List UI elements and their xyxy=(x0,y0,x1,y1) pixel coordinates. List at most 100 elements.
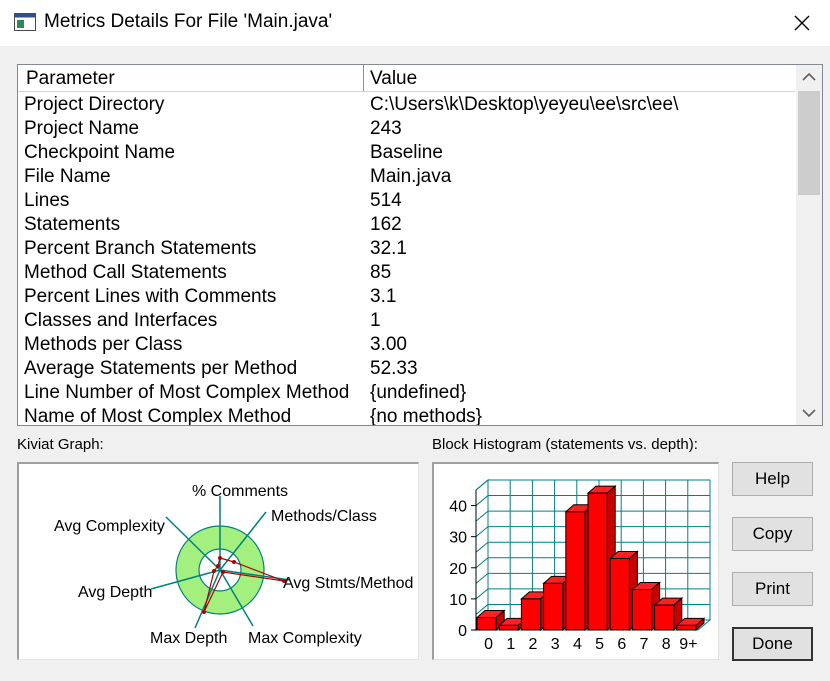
label-methods-class: Methods/Class xyxy=(271,508,377,525)
row-value: 514 xyxy=(370,190,402,211)
y-tick-label: 40 xyxy=(449,499,467,516)
scroll-up-button[interactable] xyxy=(796,65,822,89)
row-parameter: Percent Branch Statements xyxy=(24,238,257,259)
row-parameter: Classes and Interfaces xyxy=(24,310,218,331)
kiviat-label: Kiviat Graph: xyxy=(17,436,104,453)
row-value: 3.00 xyxy=(370,334,407,355)
help-button[interactable]: Help xyxy=(732,462,813,496)
row-parameter: Project Directory xyxy=(24,94,165,115)
x-tick-label: 5 xyxy=(595,636,604,653)
vertical-scrollbar[interactable] xyxy=(796,65,822,425)
close-icon xyxy=(794,15,810,31)
row-value: 162 xyxy=(370,214,402,235)
column-header-parameter[interactable]: Parameter xyxy=(18,65,364,91)
histogram-side-wall xyxy=(475,478,489,632)
scroll-down-button[interactable] xyxy=(796,401,822,425)
row-parameter: Lines xyxy=(24,190,70,211)
histogram-bar xyxy=(476,617,497,631)
row-parameter: File Name xyxy=(24,166,111,187)
table-row[interactable]: Statements 162 xyxy=(18,213,795,237)
histogram-panel: 0 10 20 30 40 0 1 2 3 4 5 6 7 8 9+ xyxy=(432,462,719,660)
y-tick-label: 20 xyxy=(449,561,467,578)
x-tick-label: 7 xyxy=(640,636,649,653)
kiviat-panel: % Comments Methods/Class Avg Stmts/Metho… xyxy=(17,462,419,660)
column-header-value[interactable]: Value xyxy=(364,65,795,91)
y-tick-label: 10 xyxy=(449,592,467,609)
kiviat-graph: % Comments Methods/Class Avg Stmts/Metho… xyxy=(54,483,413,647)
row-parameter: Name of Most Complex Method xyxy=(24,406,292,426)
x-tick-label: 9+ xyxy=(679,636,697,653)
row-parameter: Line Number of Most Complex Method xyxy=(24,382,350,403)
histogram-bar xyxy=(676,624,697,631)
row-value: C:\Users\k\Desktop\yeyeu\ee\src\ee\ xyxy=(370,94,679,115)
x-tick-label: 2 xyxy=(529,636,538,653)
label-max-complexity: Max Complexity xyxy=(248,630,362,647)
histogram-label: Block Histogram (statements vs. depth): xyxy=(432,436,698,453)
table-row[interactable]: Classes and Interfaces 1 xyxy=(18,309,795,333)
scroll-thumb[interactable] xyxy=(798,91,820,195)
chevron-up-icon xyxy=(802,72,816,81)
block-histogram: 0102030400 1 2 3 4 5 6 7 8 9+ xyxy=(449,478,712,653)
histogram-bar xyxy=(543,582,564,631)
copy-button[interactable]: Copy xyxy=(732,517,813,551)
table-row[interactable]: Method Call Statements 85 xyxy=(18,261,795,285)
table-row[interactable]: Checkpoint Name Baseline xyxy=(18,141,795,165)
label-avg-depth: Avg Depth xyxy=(78,584,152,601)
histogram-bar xyxy=(565,511,586,631)
table-row[interactable]: Name of Most Complex Method {no methods} xyxy=(18,405,795,426)
histogram-bar xyxy=(498,624,519,631)
x-tick-label: 6 xyxy=(617,636,626,653)
row-parameter: Statements xyxy=(24,214,121,235)
table-row[interactable]: Average Statements per Method 52.33 xyxy=(18,357,795,381)
x-tick-label: 8 xyxy=(662,636,671,653)
row-parameter: Average Statements per Method xyxy=(24,358,298,379)
label-avg-stmts: Avg Stmts/Method xyxy=(283,575,413,592)
row-value: 52.33 xyxy=(370,358,418,379)
row-parameter: Methods per Class xyxy=(24,334,183,355)
window-title: Metrics Details For File 'Main.java' xyxy=(44,11,333,32)
done-button[interactable]: Done xyxy=(732,627,813,661)
title-bar: Metrics Details For File 'Main.java' xyxy=(0,0,830,46)
list-header: Parameter Value xyxy=(18,65,795,92)
table-row[interactable]: File Name Main.java xyxy=(18,165,795,189)
close-button[interactable] xyxy=(774,0,830,46)
label-avg-complexity: Avg Complexity xyxy=(54,518,165,535)
row-parameter: Checkpoint Name xyxy=(24,142,176,163)
row-parameter: Percent Lines with Comments xyxy=(24,286,277,307)
table-row[interactable]: Percent Lines with Comments 3.1 xyxy=(18,285,795,309)
table-row[interactable]: Lines 514 xyxy=(18,189,795,213)
dialog-body: Parameter Value Project Directory C:\User… xyxy=(0,46,830,681)
histogram-bar xyxy=(587,492,608,631)
row-parameter: Project Name xyxy=(24,118,140,139)
row-value: 32.1 xyxy=(370,238,407,259)
histogram-bar xyxy=(654,604,675,631)
label-comments: % Comments xyxy=(192,483,288,500)
table-row[interactable]: Line Number of Most Complex Method {undef… xyxy=(18,381,795,405)
x-tick-label: 4 xyxy=(573,636,582,653)
histogram-bar xyxy=(520,598,542,631)
x-tick-label: 3 xyxy=(551,636,560,653)
print-button[interactable]: Print xyxy=(732,572,813,606)
row-parameter: Method Call Statements xyxy=(24,262,227,283)
row-value: 85 xyxy=(370,262,392,283)
x-tick-label: 0 xyxy=(484,636,493,653)
table-row[interactable]: Percent Branch Statements 32.1 xyxy=(18,237,795,261)
table-row[interactable]: Methods per Class 3.00 xyxy=(18,333,795,357)
x-tick-label: 1 xyxy=(506,636,515,653)
app-window-icon xyxy=(14,13,36,31)
table-row[interactable]: Project Directory C:\Users\k\Desktop\yeye… xyxy=(18,93,795,117)
y-tick-label: 0 xyxy=(458,623,467,640)
row-value: Baseline xyxy=(370,142,443,163)
list-rows: Project Directory C:\Users\k\Desktop\yeye… xyxy=(18,93,795,426)
histogram-bar xyxy=(609,557,630,631)
metrics-list[interactable]: Parameter Value Project Directory C:\User… xyxy=(17,64,823,426)
row-value: 3.1 xyxy=(370,286,397,307)
row-value: Main.java xyxy=(370,166,452,187)
chevron-down-icon xyxy=(802,409,816,418)
label-max-depth: Max Depth xyxy=(150,630,227,647)
histogram-bar xyxy=(631,589,653,631)
row-value: {undefined} xyxy=(370,382,467,403)
table-row[interactable]: Project Name 243 xyxy=(18,117,795,141)
row-value: 1 xyxy=(370,310,381,331)
row-value: {no methods} xyxy=(370,406,482,426)
